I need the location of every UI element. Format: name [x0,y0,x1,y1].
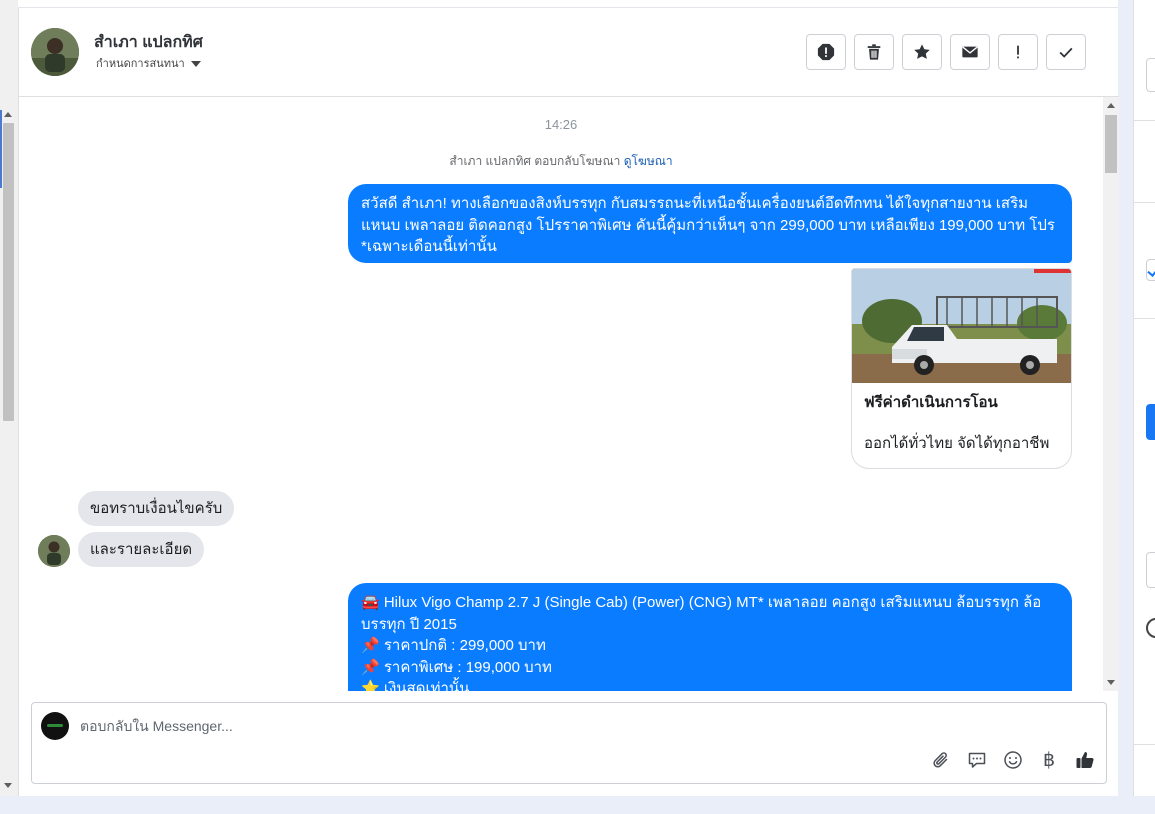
message-timestamp: 14:26 [544,117,578,132]
panel-primary-button[interactable] [1146,404,1155,440]
payment-button[interactable]: ฿ [1038,749,1060,771]
ad-card[interactable]: ฟรีค่าดำเนินการโอน ออกได้ทั่วไทย จัดได้ท… [851,268,1072,469]
sender-avatar [38,535,70,567]
mark-unread-button[interactable] [950,34,990,70]
composer-tools: ฿ [930,749,1096,771]
message-line: 📌 ราคาปกติ : 299,000 บาท [361,637,546,654]
bottom-gutter [0,796,1155,814]
baht-icon: ฿ [1042,748,1056,771]
message-composer: ฿ [31,702,1107,784]
emoji-button[interactable] [1002,749,1024,771]
incoming-message-bubble: และรายละเอียด [78,532,205,567]
chat-panel: สำเภา แปลกทิศ กำหนดการสนทนา 14:26 สำเภา … [18,8,1119,796]
trash-icon [867,44,881,60]
page-avatar [41,712,69,740]
scroll-up-arrow-icon[interactable] [1107,103,1115,108]
divider [1134,318,1155,319]
view-ad-link[interactable]: ดูโฆษณา [624,154,673,168]
conversation-actions [806,34,1086,70]
envelope-icon [962,46,978,58]
mark-important-button[interactable] [998,34,1038,70]
panel-input[interactable] [1146,58,1155,92]
check-icon [1059,47,1073,58]
chat-bubble-icon [968,752,986,768]
divider [1134,744,1155,745]
top-strip [0,0,1118,8]
report-icon [817,43,835,61]
contact-avatar[interactable] [31,28,79,76]
outgoing-message-bubble: 🚘 Hilux Vigo Champ 2.7 J (Single Cab) (P… [348,583,1072,691]
ad-card-subtitle: ออกได้ทั่วไทย จัดได้ทุกอาชีพ [864,435,1050,452]
scroll-up-arrow-icon[interactable] [4,112,12,117]
delete-button[interactable] [854,34,894,70]
outgoing-message-bubble: สวัสดี สำเภา! ทางเลือกของสิงห์บรรทุก กับ… [348,184,1072,263]
thumbs-up-icon [1076,752,1094,769]
left-scroll-thumb[interactable] [3,123,14,421]
ad-reply-note: สำเภา แปลกทิศ ตอบกลับโฆษณา ดูโฆษณา [19,152,1103,171]
thread-scroll-thumb[interactable] [1105,115,1117,173]
scroll-down-arrow-icon[interactable] [4,783,12,788]
scroll-down-arrow-icon[interactable] [1107,680,1115,685]
divider [1134,202,1155,203]
left-edge-indicator [0,110,2,188]
panel-circle-icon[interactable] [1146,618,1155,638]
smiley-icon [1004,751,1022,769]
message-line: 🚘 Hilux Vigo Champ 2.7 J (Single Cab) (P… [361,594,1042,633]
like-button[interactable] [1074,749,1096,771]
message-line: ⭐ เงินสดเท่านั้น [361,680,470,691]
contact-name: สำเภา แปลกทิศ [94,34,203,51]
star-icon [914,44,930,59]
panel-input[interactable] [1146,552,1155,588]
chevron-down-icon [190,60,201,67]
ad-reply-text: สำเภา แปลกทิศ ตอบกลับโฆษณา [449,154,621,168]
thread-scrollbar[interactable] [1103,97,1119,691]
divider [1134,120,1155,121]
panel-checkbox[interactable] [1146,259,1155,281]
paperclip-icon [933,752,948,768]
left-scrollbar[interactable] [0,0,18,796]
star-button[interactable] [902,34,942,70]
incoming-message-bubble: ขอทราบเงื่อนไขครับ [78,491,235,526]
message-thread[interactable]: 14:26 สำเภา แปลกทิศ ตอบกลับโฆษณา ดูโฆษณา… [19,97,1103,691]
mark-done-button[interactable] [1046,34,1086,70]
ad-card-title: ฟรีค่าดำเนินการโอน [864,394,998,411]
attach-button[interactable] [930,749,952,771]
reply-input[interactable] [80,716,780,736]
chat-header: สำเภา แปลกทิศ กำหนดการสนทนา [19,8,1119,97]
message-line: 📌 ราคาพิเศษ : 199,000 บาท [361,658,552,676]
exclamation-icon [1017,45,1019,59]
right-details-panel [1133,0,1155,796]
report-button[interactable] [806,34,846,70]
assign-label: กำหนดการสนทนา [96,58,185,70]
saved-replies-button[interactable] [966,749,988,771]
truck-photo [852,269,1071,383]
assign-conversation-dropdown[interactable]: กำหนดการสนทนา [96,54,201,72]
